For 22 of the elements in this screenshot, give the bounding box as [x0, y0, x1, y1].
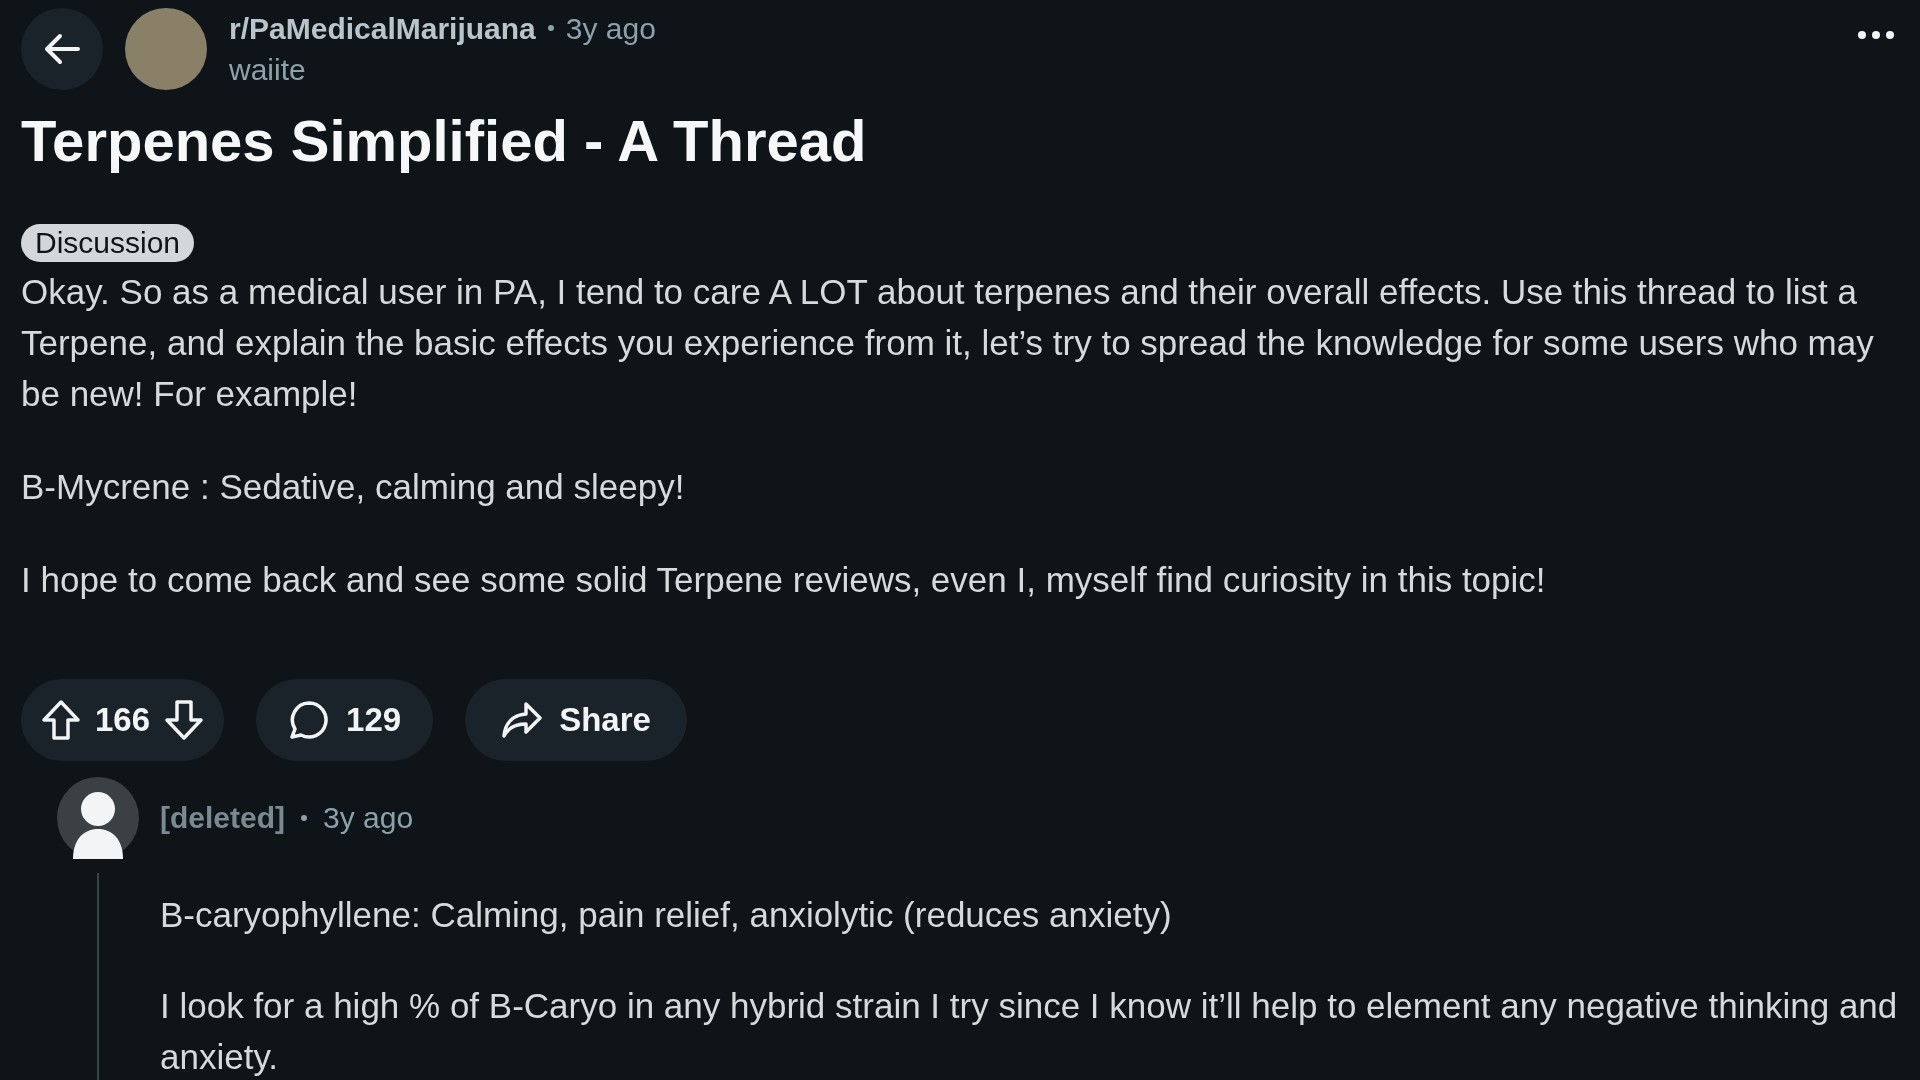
downvote-icon[interactable] — [164, 698, 205, 741]
post-paragraph: Okay. So as a medical user in PA, I tend to care A LOT about terpenes and their overall effects. Use this thread to list a Terpene, and explain the basic effects you experience from it, let’s try to spread the knowledge for some users who may be new! For example! — [21, 270, 1875, 415]
more-options-icon[interactable] — [1858, 31, 1894, 39]
author-name[interactable]: waiite — [229, 51, 656, 89]
vote-count: 166 — [95, 699, 151, 740]
comments-button[interactable]: 129 — [256, 678, 434, 761]
comment-paragraph: I look for a high % of B-Caryo in any hybrid strain I try since I know it’ll help to element any negative thinking and anxiety. — [160, 984, 1899, 1078]
upvote-icon[interactable] — [41, 698, 81, 741]
share-button[interactable]: Share — [465, 678, 687, 761]
speech-bubble-icon — [288, 698, 331, 741]
user-avatar-silhouette-icon[interactable] — [57, 776, 139, 859]
share-arrow-icon — [501, 700, 544, 739]
post-title: Terpenes Simplified - A Thread — [21, 107, 868, 175]
flair-tag: Discussion — [21, 223, 195, 262]
comment-paragraph: B-caryophyllene: Calming, pain relief, anxiolytic (reduces anxiety) — [160, 893, 1173, 936]
post-paragraph: B-Mycrene : Sedative, calming and sleepy! — [21, 465, 686, 508]
comment-author[interactable]: [deleted] — [160, 795, 285, 841]
post-time: 3y ago — [565, 10, 656, 47]
back-arrow-icon — [43, 33, 81, 65]
comment-time: 3y ago — [323, 800, 414, 837]
subreddit-name[interactable]: r/PaMedicalMarijuana — [229, 9, 536, 47]
post-paragraph: I hope to come back and see some solid Terpene reviews, even I, myself find curiosity in this topic! — [21, 558, 1547, 601]
